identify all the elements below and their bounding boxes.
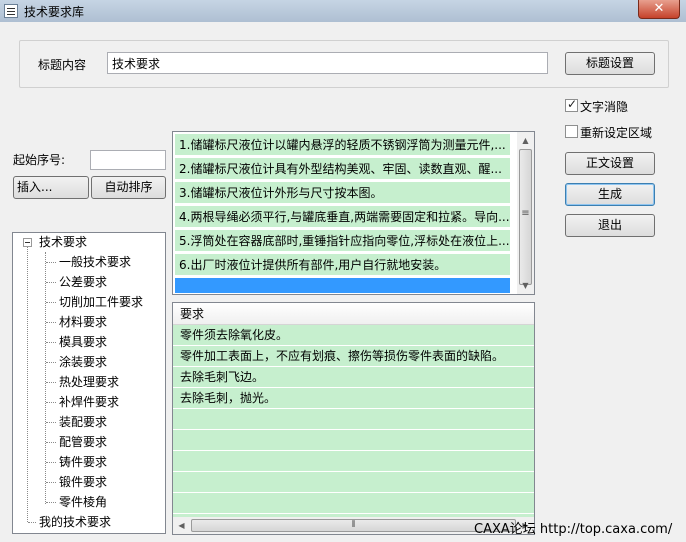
body-settings-button[interactable]: 正文设置: [565, 152, 655, 175]
title-settings-button[interactable]: 标题设置: [565, 52, 655, 75]
list-item[interactable]: 5.浮筒处在容器底部时,重锤指针应指向零位,浮标处在液位上...: [175, 230, 510, 252]
list-item-selected[interactable]: [175, 278, 510, 294]
title-label: 标题内容: [38, 58, 87, 72]
exit-button[interactable]: 退出: [565, 214, 655, 237]
tree-item[interactable]: 铸件要求: [59, 453, 107, 471]
tree-item[interactable]: 模具要求: [59, 333, 107, 351]
tree-item[interactable]: 热处理要求: [59, 373, 119, 391]
tree-item[interactable]: 一般技术要求: [59, 253, 131, 271]
table-row[interactable]: [173, 472, 534, 493]
tree-item[interactable]: 零件棱角: [59, 493, 107, 511]
scroll-left-icon[interactable]: ◀: [173, 517, 190, 534]
auto-sort-button[interactable]: 自动排序: [91, 176, 166, 199]
list-vertical-scrollbar[interactable]: ▲ ≡ ▼: [517, 132, 534, 294]
watermark-text: CAXA论坛 http://top.caxa.com/: [474, 522, 673, 537]
table-column-header[interactable]: 要求: [173, 303, 534, 325]
grip-icon: ⦀: [351, 520, 356, 530]
title-input[interactable]: 技术要求: [107, 52, 548, 74]
list-item[interactable]: 1.储罐标尺液位计以罐内悬浮的轻质不锈钢浮筒为测量元件,...: [175, 134, 510, 156]
table-row[interactable]: 去除毛刺，抛光。: [173, 388, 534, 409]
tree-sibling[interactable]: 我的技术要求: [39, 513, 111, 531]
h-scroll-thumb[interactable]: ⦀: [191, 519, 516, 532]
table-row[interactable]: 去除毛刺飞边。: [173, 367, 534, 388]
insert-dropdown-button[interactable]: 插入...: [13, 176, 89, 199]
tree-root[interactable]: 技术要求: [39, 233, 87, 251]
tree-item[interactable]: 材料要求: [59, 313, 107, 331]
start-number-label: 起始序号:: [13, 153, 66, 167]
text-blanking-label[interactable]: 文字消隐: [580, 98, 628, 115]
dialog-window: 技术要求库 ✕ 标题内容 技术要求 标题设置 ✓ 文字消隐 重新设定区域 正文设…: [0, 0, 686, 542]
check-mark-icon: ✓: [567, 97, 578, 111]
grip-icon: ≡: [521, 208, 530, 219]
requirements-table[interactable]: 要求 零件须去除氧化皮。 零件加工表面上，不应有划痕、擦伤等损伤零件表面的缺陷。去…: [172, 302, 535, 535]
scroll-thumb[interactable]: ≡: [519, 149, 532, 285]
generate-button[interactable]: 生成: [565, 183, 655, 206]
tree-item[interactable]: 锻件要求: [59, 473, 107, 491]
list-item[interactable]: 6.出厂时液位计提供所有部件,用户自行就地安装。: [175, 254, 510, 276]
scroll-up-icon[interactable]: ▲: [517, 132, 534, 149]
list-item[interactable]: 4.两根导绳必须平行,与罐底垂直,两端需要固定和拉紧。导向...: [175, 206, 510, 228]
table-row[interactable]: [173, 451, 534, 472]
tree-item[interactable]: 切削加工件要求: [59, 293, 143, 311]
start-number-input[interactable]: [90, 150, 166, 170]
window-title: 技术要求库: [24, 5, 85, 19]
app-icon: [4, 4, 18, 18]
text-blanking-checkbox[interactable]: ✓: [565, 97, 578, 112]
title-bar: 技术要求库 ✕: [0, 0, 686, 22]
list-item[interactable]: 3.储罐标尺液位计外形与尺寸按本图。: [175, 182, 510, 204]
tree-item[interactable]: 补焊件要求: [59, 393, 119, 411]
list-item[interactable]: 2.储罐标尺液位计具有外型结构美观、牢固、读数直观、醒...: [175, 158, 510, 180]
collapse-icon[interactable]: [23, 238, 32, 247]
reset-area-checkbox[interactable]: [565, 125, 578, 138]
insert-label: 插入...: [17, 180, 53, 194]
selected-items-list[interactable]: 1.储罐标尺液位计以罐内悬浮的轻质不锈钢浮筒为测量元件,... 2.储罐标尺液位计…: [172, 131, 535, 295]
tree-item[interactable]: 装配要求: [59, 413, 107, 431]
close-button[interactable]: ✕: [638, 0, 680, 19]
tree-item[interactable]: 涂装要求: [59, 353, 107, 371]
table-row[interactable]: [173, 430, 534, 451]
tree-item[interactable]: 公差要求: [59, 273, 107, 291]
table-row[interactable]: [173, 409, 534, 430]
tree-item[interactable]: 配管要求: [59, 433, 107, 451]
table-row[interactable]: 零件须去除氧化皮。: [173, 325, 534, 346]
requirements-tree[interactable]: 技术要求 一般技术要求 公差要求切削加工件要求 材料要求模具要求涂装要求热处理要求补…: [12, 232, 166, 534]
scroll-down-icon[interactable]: ▼: [517, 277, 534, 294]
table-row[interactable]: [173, 493, 534, 514]
reset-area-label[interactable]: 重新设定区域: [580, 124, 652, 141]
table-row[interactable]: 零件加工表面上，不应有划痕、擦伤等损伤零件表面的缺陷。: [173, 346, 534, 367]
